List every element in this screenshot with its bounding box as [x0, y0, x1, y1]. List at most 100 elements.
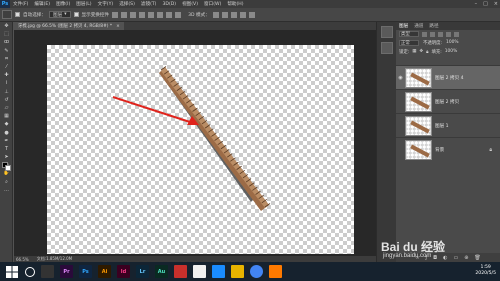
more-tools-icon[interactable]: …	[0, 186, 13, 194]
folder-icon[interactable]	[231, 265, 244, 278]
layer-row[interactable]: 图层 1	[396, 113, 500, 137]
zoom-level[interactable]: 66.5%	[16, 257, 29, 262]
brush-tool-icon[interactable]: ⅰ	[0, 79, 13, 87]
search-icon[interactable]	[25, 266, 35, 277]
distribute-horizontal-icon[interactable]	[175, 11, 182, 18]
filter-type-icon[interactable]	[438, 31, 443, 37]
visibility-eye-icon[interactable]: ◉	[396, 75, 405, 81]
3d-roll-icon[interactable]	[221, 11, 228, 18]
document-tab[interactable]: 牙梳.jpg @ 66.5% (图层 2 拷贝 4, RGB/8#) * ×	[14, 22, 124, 30]
browser-icon[interactable]	[269, 265, 282, 278]
background-color-swatch[interactable]	[5, 165, 11, 171]
move-tool-icon[interactable]: ✥	[0, 22, 13, 30]
menu-file[interactable]: 文件(F)	[10, 1, 31, 7]
chat-app-icon[interactable]	[212, 265, 225, 278]
chrome-icon[interactable]	[250, 265, 263, 278]
photoshop-logo: Ps	[0, 0, 10, 8]
distribute-icon[interactable]	[166, 11, 173, 18]
auto-select-dropdown[interactable]: 图层 ▾	[48, 11, 71, 18]
blend-mode-dropdown[interactable]: 正常	[399, 39, 419, 46]
healing-brush-tool-icon[interactable]: ✚	[0, 71, 13, 79]
marquee-tool-icon[interactable]: ⬚	[0, 30, 13, 38]
maximize-icon[interactable]: □	[483, 1, 488, 7]
filter-shape-icon[interactable]	[446, 31, 451, 37]
filter-pixel-icon[interactable]	[422, 31, 427, 37]
close-icon[interactable]: ×	[494, 1, 498, 7]
clone-stamp-tool-icon[interactable]: ⊥	[0, 88, 13, 96]
menu-window[interactable]: 窗口(W)	[201, 1, 224, 7]
auto-select-value: 图层	[52, 12, 63, 18]
app-ps-icon[interactable]: Ps	[79, 265, 92, 278]
quick-select-tool-icon[interactable]: ✎	[0, 47, 13, 55]
move-tool-preset-icon[interactable]	[2, 10, 12, 19]
menu-help[interactable]: 帮助(H)	[224, 1, 246, 7]
tab-layers[interactable]: 图层	[399, 23, 408, 29]
filter-adjust-icon[interactable]	[430, 31, 435, 37]
app-au-icon[interactable]: Au	[155, 265, 168, 278]
app-id-icon[interactable]: Id	[117, 265, 130, 278]
menu-select[interactable]: 选择(S)	[116, 1, 138, 7]
play-icon[interactable]	[380, 26, 393, 38]
blur-tool-icon[interactable]: ◆	[0, 120, 13, 128]
lock-position-icon[interactable]: ✥	[419, 49, 423, 54]
brush-settings-icon[interactable]	[380, 42, 393, 54]
auto-select-checkbox[interactable]	[15, 12, 20, 17]
menu-layer[interactable]: 图层(L)	[73, 1, 94, 7]
align-top-icon[interactable]	[112, 11, 119, 18]
path-select-tool-icon[interactable]: ➤	[0, 153, 13, 161]
layer-filter-dropdown[interactable]: 类型	[399, 31, 419, 37]
show-transform-checkbox[interactable]	[73, 12, 79, 17]
layer-row[interactable]: ◉ 图层 2 拷贝 4	[396, 65, 500, 89]
type-tool-icon[interactable]: T	[0, 145, 13, 153]
menu-edit[interactable]: 编辑(E)	[31, 1, 53, 7]
task-view-icon[interactable]	[41, 265, 54, 278]
qq-icon[interactable]	[193, 265, 206, 278]
lasso-tool-icon[interactable]: ꝏ	[0, 38, 13, 46]
lock-all-icon[interactable]: 🔒︎	[426, 49, 428, 55]
3d-rotate-icon[interactable]	[212, 11, 219, 18]
eyedropper-tool-icon[interactable]: ⁄	[0, 63, 13, 71]
3d-scale-icon[interactable]	[248, 11, 255, 18]
app-ai-icon[interactable]: Ai	[98, 265, 111, 278]
menu-filter[interactable]: 滤镜(T)	[138, 1, 160, 7]
crop-tool-icon[interactable]: ⌗	[0, 55, 13, 63]
align-left-icon[interactable]	[139, 11, 146, 18]
align-center-icon[interactable]	[148, 11, 155, 18]
3d-slide-icon[interactable]	[239, 11, 246, 18]
windows-start-icon[interactable]	[6, 265, 18, 278]
menu-image[interactable]: 图像(I)	[53, 1, 73, 7]
gradient-tool-icon[interactable]: ▦	[0, 112, 13, 120]
menu-view[interactable]: 视图(V)	[179, 1, 201, 7]
3d-pan-icon[interactable]	[230, 11, 237, 18]
history-brush-tool-icon[interactable]: ↺	[0, 96, 13, 104]
layers-panel-tabs: 图层 通道 路径	[396, 22, 500, 30]
align-middle-icon[interactable]	[121, 11, 128, 18]
lock-pixels-icon[interactable]: ▦	[412, 49, 416, 54]
opacity-value[interactable]: 100%	[446, 40, 459, 45]
opacity-label: 不透明度:	[423, 40, 443, 46]
menu-type[interactable]: 文字(Y)	[95, 1, 117, 7]
layer-filter-row: 类型	[396, 30, 500, 38]
workspace[interactable]	[14, 30, 376, 256]
filter-smart-icon[interactable]	[454, 31, 459, 37]
align-bottom-icon[interactable]	[130, 11, 137, 18]
dodge-tool-icon[interactable]: ●	[0, 128, 13, 136]
layer-row[interactable]: 图层 2 拷贝	[396, 89, 500, 113]
fill-value[interactable]: 100%	[445, 49, 458, 54]
zoom-tool-icon[interactable]: ⌕	[0, 178, 13, 186]
eraser-tool-icon[interactable]: ▱	[0, 104, 13, 112]
media-app-icon[interactable]	[174, 265, 187, 278]
document-canvas[interactable]	[47, 45, 354, 254]
pen-tool-icon[interactable]: ✒	[0, 137, 13, 145]
app-lr-icon[interactable]: Lr	[136, 265, 149, 278]
auto-select-label: 自动选择：	[23, 12, 46, 18]
close-tab-icon[interactable]: ×	[116, 24, 120, 29]
tab-paths[interactable]: 路径	[429, 23, 438, 29]
tab-channels[interactable]: 通道	[414, 23, 423, 29]
app-pr-icon[interactable]: Pr	[60, 265, 73, 278]
align-right-icon[interactable]	[157, 11, 164, 18]
minimize-icon[interactable]: –	[475, 1, 478, 7]
system-clock[interactable]: 1:59 2020/5/5	[475, 265, 496, 277]
menu-3d[interactable]: 3D(D)	[159, 2, 179, 7]
layer-row[interactable]: 背景 🔒︎	[396, 137, 500, 161]
